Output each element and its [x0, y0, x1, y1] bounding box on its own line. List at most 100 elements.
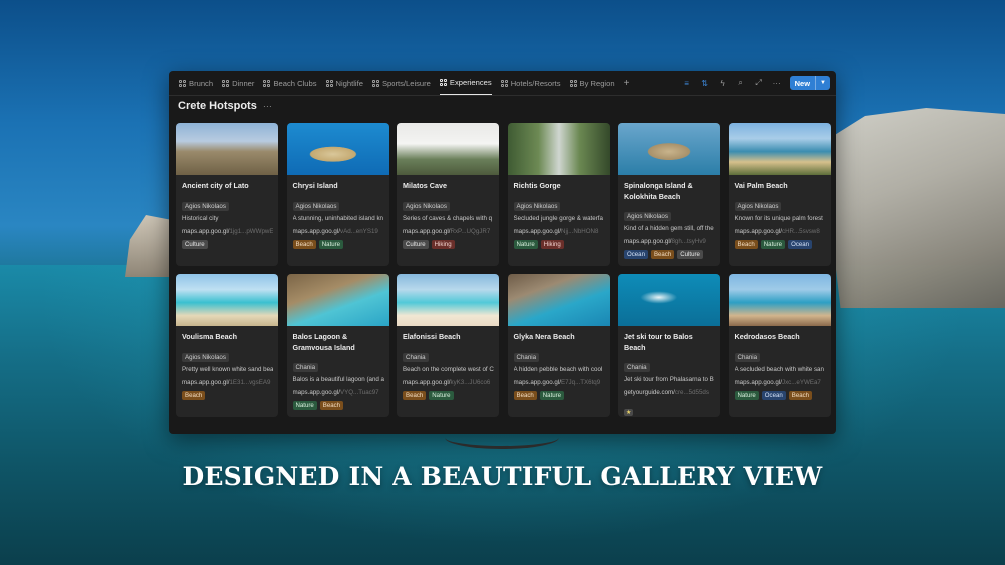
gallery-card[interactable]: Vai Palm Beach Agios Nikolaos Known for it…	[728, 123, 831, 266]
gallery-card[interactable]: Jet ski tour to Balos Beach Chania Jet ski…	[618, 274, 720, 417]
sort-icon[interactable]: ⇅	[700, 79, 710, 88]
tag-culture: Culture	[677, 250, 703, 259]
tab-label: By Region	[579, 78, 615, 88]
tab-label: Dinner	[232, 78, 255, 88]
tag-nature: Nature	[760, 239, 786, 249]
link-domain: maps.app.goo.gl/	[182, 227, 230, 235]
link-domain: maps.app.goo.gl/	[734, 227, 782, 235]
card-title: Richtis Gorge	[513, 181, 561, 190]
tag-list: Beach Nature Ocean	[734, 239, 826, 249]
card-title: Voulisma Beach	[182, 332, 237, 341]
gallery-card[interactable]: Milatos Cave Agios Nikolaos Series of cave…	[397, 123, 499, 266]
tab-by-region[interactable]: By Region	[569, 71, 615, 95]
card-cover-image	[507, 123, 610, 175]
tag-list: Nature Ocean Beach	[734, 390, 826, 400]
location-badge: Agios Nikolaos	[624, 212, 671, 221]
new-button[interactable]: New ▼	[789, 76, 830, 90]
tab-sports-leisure[interactable]: Sports/Leisure	[371, 71, 431, 95]
tag-beach: Beach	[513, 390, 537, 400]
card-description: Pretty well known white sand bea	[182, 365, 273, 373]
gallery-card[interactable]: Kedrodasos Beach Chania A secluded beach w…	[728, 274, 831, 417]
tag-list: Nature Beach	[292, 401, 384, 410]
card-link[interactable]: maps.app.goo.gl/kyK3...JU6co6	[403, 379, 494, 386]
gallery-card[interactable]: Spinalonga Island & Kolokhita Beach Agios…	[618, 123, 720, 266]
link-path: E7Jq...TX6tq9	[560, 378, 601, 386]
gallery-card[interactable]: Chrysi Island Agios Nikolaos A stunning, u…	[286, 123, 389, 266]
tab-beach-clubs[interactable]: Beach Clubs	[263, 71, 317, 95]
database-title[interactable]: Crete Hotspots	[178, 100, 257, 112]
gallery-card[interactable]: Elafonissi Beach Chania Beach on the compl…	[397, 274, 499, 417]
tab-brunch[interactable]: Brunch	[179, 71, 213, 95]
link-domain: maps.app.goo.gl/	[513, 378, 561, 386]
tag-ocean: Ocean	[624, 250, 648, 259]
tag-culture: Culture	[403, 239, 429, 249]
background-cliff-right	[830, 108, 1005, 308]
card-link[interactable]: maps.app.goo.gl/cHR...5svsw8	[735, 228, 826, 235]
link-domain: maps.app.goo.gl/	[292, 389, 340, 396]
new-button-label: New	[794, 78, 811, 88]
card-link[interactable]: maps.app.goo.gl/Njj...NbHON8	[514, 228, 605, 235]
tab-hotels-resorts[interactable]: Hotels/Resorts	[500, 71, 561, 95]
location-badge: Chania	[624, 363, 650, 372]
automation-icon[interactable]: ϟ	[718, 79, 728, 88]
card-link[interactable]: maps.app.goo.gl/E7Jq...TX6tq9	[514, 379, 605, 386]
view-toolbar: Brunch Dinner Beach Clubs Nightlife Sports/L…	[169, 71, 836, 96]
gallery-card[interactable]: Richtis Gorge Agios Nikolaos Secluded jung…	[507, 123, 610, 266]
link-path: 1jg1...pWWpwE	[229, 227, 273, 235]
tag-nature: Nature	[539, 390, 565, 400]
card-description: Balos is a beautiful lagoon (and a	[292, 376, 384, 383]
expand-icon[interactable]: ⤢	[754, 78, 764, 88]
link-path: kyK3...JU6co6	[450, 378, 491, 386]
page-title: Crete Hotspots ···	[178, 100, 272, 112]
gallery-card[interactable]: Ancient city of Lato Agios Nikolaos Histor…	[176, 123, 278, 266]
more-icon[interactable]: ···	[263, 101, 272, 111]
link-path: cre...5d55ds	[674, 389, 709, 396]
card-link[interactable]: maps.app.goo.gl/VYQ...Tuac97	[293, 389, 384, 396]
card-link[interactable]: maps.app.goo.gl/Jxc...eYWEa7	[735, 379, 826, 386]
tag-nature: Nature	[513, 239, 538, 249]
location-badge: Agios Nikolaos	[734, 201, 782, 211]
filter-icon[interactable]: ≡	[682, 79, 692, 88]
gallery-icon	[500, 79, 508, 87]
card-link[interactable]: getyourguide.com/cre...5d55ds	[624, 389, 715, 396]
card-link[interactable]: maps.app.goo.gl/1E31...vgsEA9	[182, 379, 273, 386]
more-icon[interactable]: ···	[772, 79, 782, 88]
search-icon[interactable]: ⌕	[736, 78, 746, 88]
tag-beach: Beach	[182, 390, 206, 400]
card-link[interactable]: maps.app.goo.gl/vAd...enYS19	[293, 228, 384, 235]
card-description: A stunning, uninhabited island kn	[292, 214, 383, 222]
gallery-card[interactable]: Balos Lagoon & Gramvousa Island Chania Bal…	[286, 274, 389, 417]
tab-nightlife[interactable]: Nightlife	[325, 71, 363, 95]
gallery-card[interactable]: Voulisma Beach Agios Nikolaos Pretty well …	[176, 274, 278, 417]
location-badge: Chania	[292, 363, 319, 372]
card-link[interactable]: maps.app.goo.gl/1jg1...pWWpwE	[182, 228, 273, 235]
tab-dinner[interactable]: Dinner	[222, 71, 254, 95]
tag-nature: Nature	[292, 401, 317, 410]
card-title: Vai Palm Beach	[734, 181, 788, 190]
link-path: vAd...enYS19	[339, 227, 378, 235]
card-title: Balos Lagoon & Gramvousa Island	[292, 332, 355, 352]
tag-list: Nature Hiking	[513, 239, 605, 249]
card-title: Spinalonga Island & Kolokhita Beach	[624, 181, 693, 201]
tag-list: Beach Nature	[403, 390, 494, 400]
location-badge: Agios Nikolaos	[182, 352, 229, 362]
card-title: Chrysi Island	[292, 181, 338, 190]
gallery-card[interactable]: Glyka Nera Beach Chania A hidden pebble be…	[507, 274, 610, 417]
tag-list: Beach Nature	[513, 390, 605, 400]
card-link[interactable]: maps.app.goo.gl/RxP...UQgJR7	[403, 228, 494, 235]
tag-hiking: Hiking	[431, 239, 455, 249]
add-view-icon[interactable]: +	[624, 78, 630, 89]
tab-label: Sports/Leisure	[381, 78, 431, 88]
star-icon: ★	[624, 409, 634, 416]
location-badge: Chania	[513, 352, 540, 362]
card-cover-image	[507, 274, 610, 326]
promo-caption: DESIGNED IN A BEAUTIFUL GALLERY VIEW	[182, 462, 823, 491]
tag-list: Ocean Beach Culture	[624, 250, 715, 259]
tab-experiences[interactable]: Experiences	[439, 71, 492, 95]
chevron-down-icon[interactable]: ▼	[815, 76, 830, 90]
card-link[interactable]: maps.app.goo.gl/8gh...tsyHv9	[624, 238, 715, 245]
card-cover-image	[397, 123, 499, 175]
link-domain: maps.app.goo.gl/	[182, 378, 230, 386]
card-cover-image	[728, 274, 831, 326]
card-cover-image	[286, 123, 389, 175]
